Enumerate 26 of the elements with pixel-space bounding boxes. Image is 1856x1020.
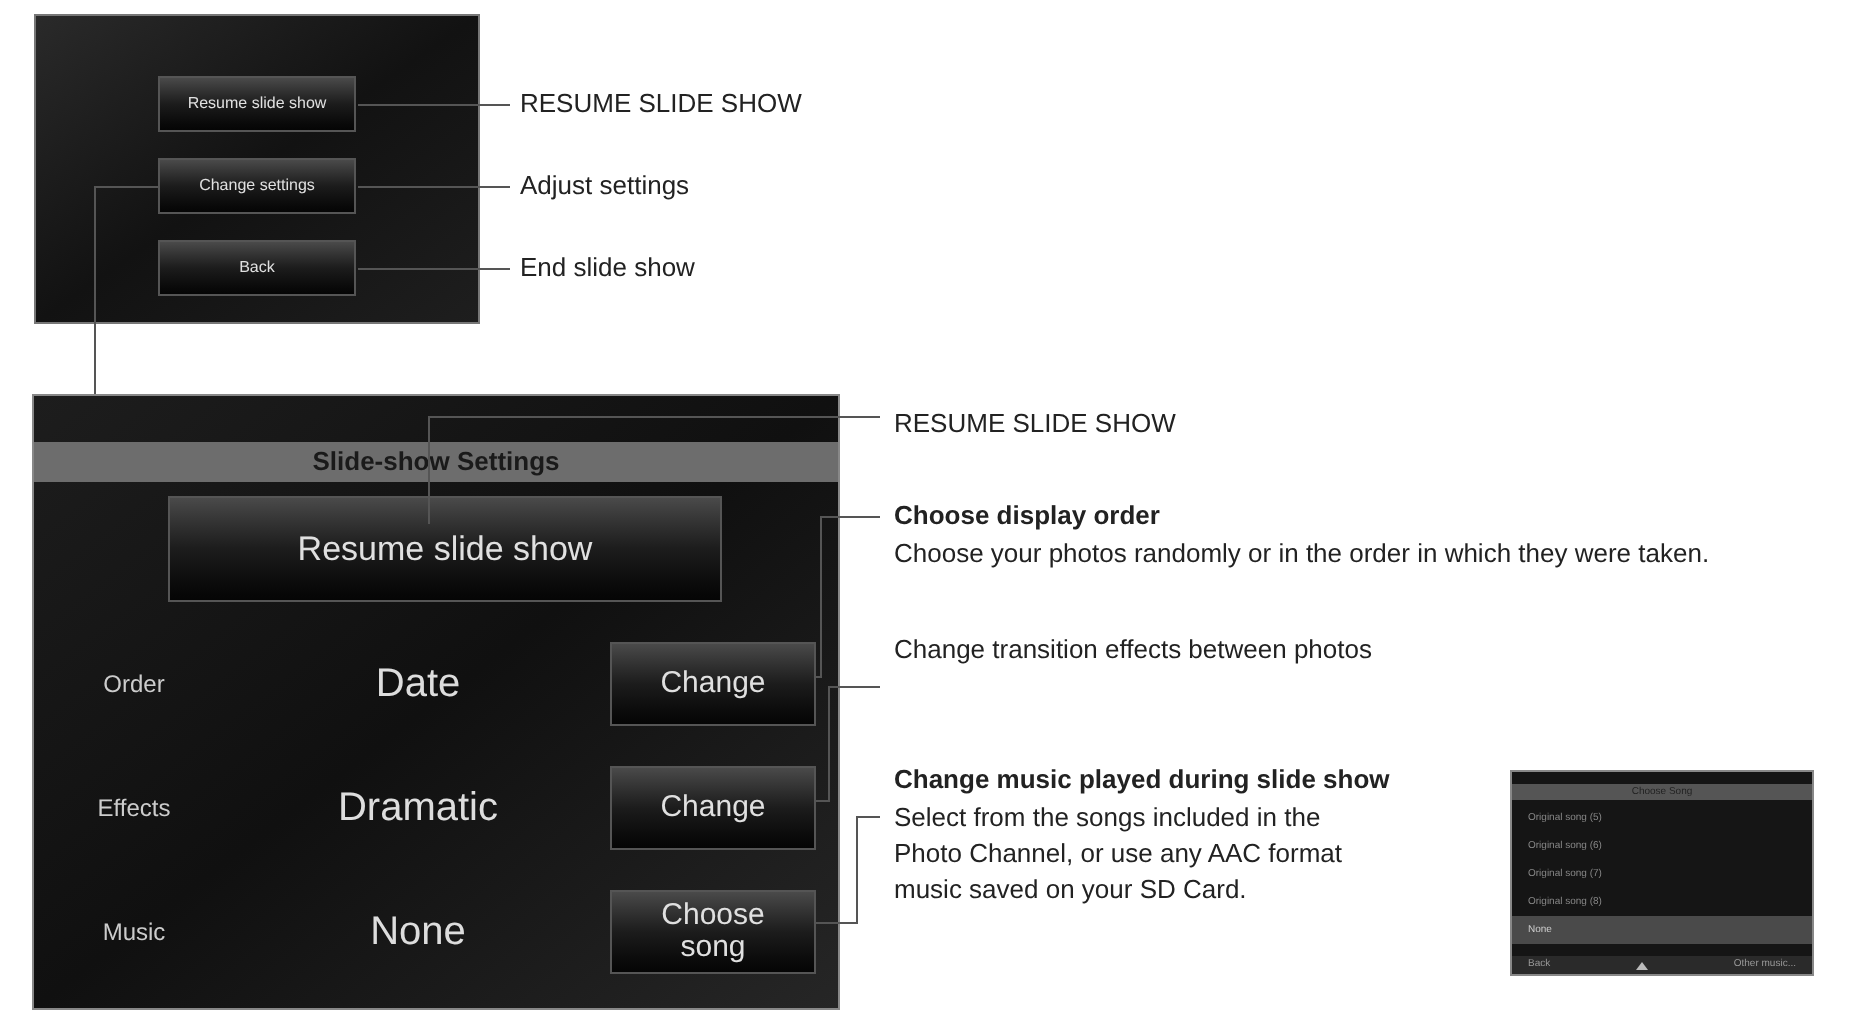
setting-label: Order (101, 668, 167, 702)
change-button[interactable]: Change (610, 642, 816, 726)
setting-value: Date (373, 660, 463, 710)
setting-label: Effects (95, 792, 173, 826)
callout-text: RESUME SLIDE SHOW (894, 406, 1178, 442)
change-button[interactable]: Choose song (610, 890, 816, 974)
screen-title: Slide-show Settings (34, 442, 838, 482)
leader-line (813, 686, 881, 802)
callout-text: Change transition effects between photos (894, 632, 1374, 668)
callout-text: End slide show (520, 250, 697, 286)
resume-button[interactable]: Resume slide show (168, 496, 722, 602)
callout-text: Choose your photos randomly or in the order in which they were taken. (894, 536, 1712, 572)
change-button[interactable]: Change (610, 766, 816, 850)
callout-text: Select from the songs included in the Photo Channel, or use any AAC format music saved on your SD Card. (894, 800, 1344, 908)
callout-text: RESUME SLIDE SHOW (520, 86, 802, 122)
setting-value: Dramatic (335, 784, 500, 834)
leader-line (813, 816, 881, 924)
up-arrow-icon (1636, 961, 1648, 969)
setting-label: Music (100, 916, 168, 950)
menu-button[interactable]: Resume slide show (158, 76, 356, 132)
callout-heading: Choose display order (894, 498, 1162, 534)
setting-value: None (368, 908, 468, 958)
callout-text: Adjust settings (520, 168, 692, 204)
menu-button[interactable]: Change settings (158, 158, 356, 214)
menu-button[interactable]: Back (158, 240, 356, 296)
callout-heading: Change music played during slide show (894, 762, 1392, 798)
